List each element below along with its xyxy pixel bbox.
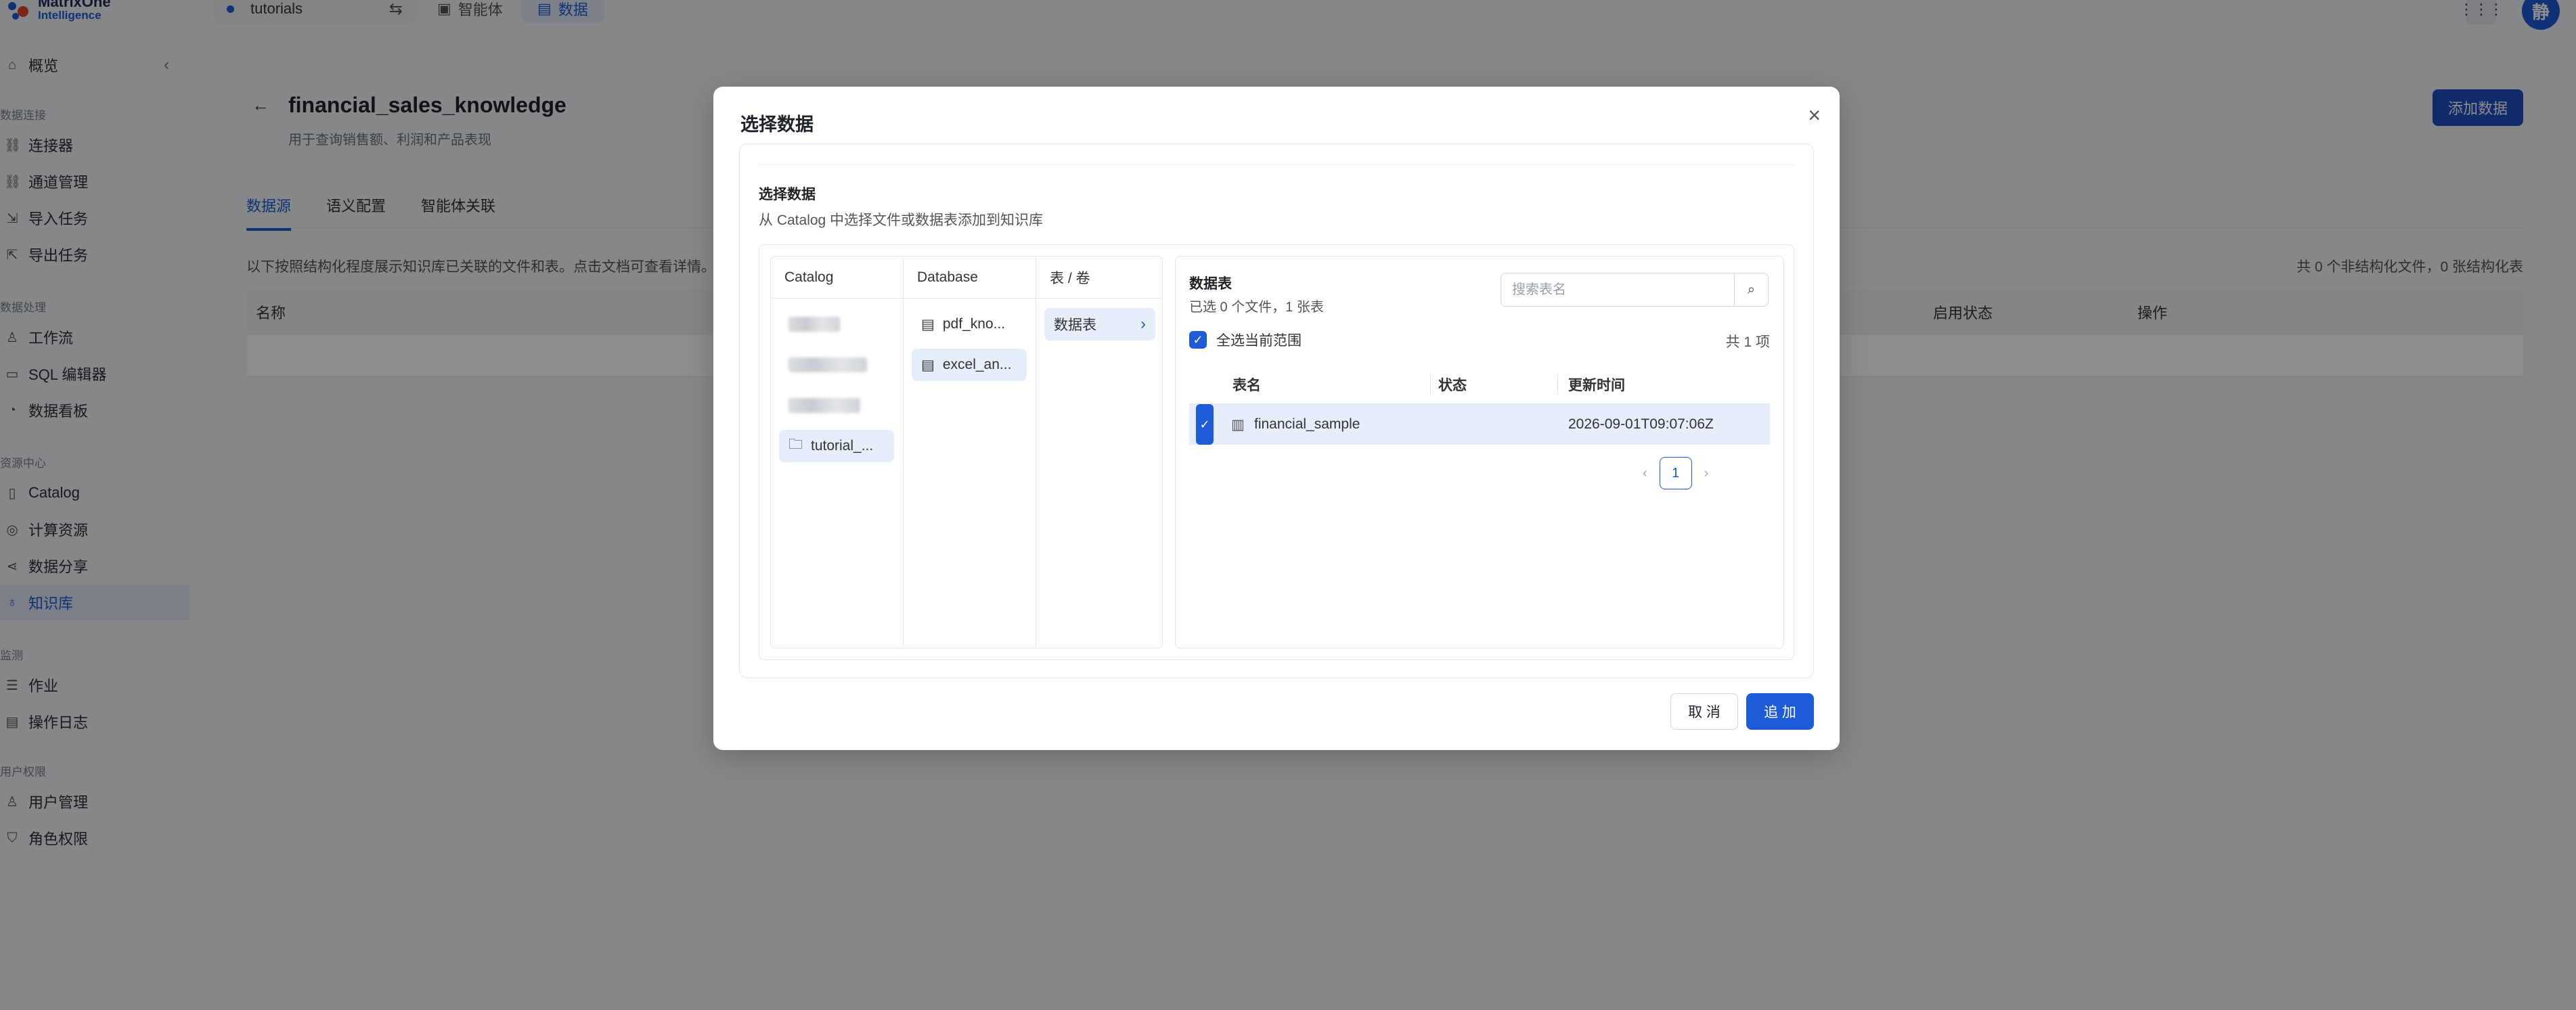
catalog-column: Catalog 🗀 tutorial_... — [771, 257, 904, 648]
next-page-icon[interactable]: › — [1704, 466, 1709, 481]
search-input[interactable] — [1501, 273, 1734, 306]
database-item-pdf[interactable]: ▤ pdf_kno... — [912, 308, 1027, 341]
select-data-modal: 选择数据 × 选择数据 从 Catalog 中选择文件或数据表添加到知识库 Ca… — [713, 87, 1840, 750]
database-icon: ▤ — [921, 316, 935, 332]
catalog-item-redacted[interactable] — [779, 389, 894, 422]
database-column-header: Database — [904, 257, 1036, 299]
checkbox-checked-icon: ✓ — [1196, 404, 1214, 445]
append-button[interactable]: 追 加 — [1746, 693, 1814, 730]
row-updated-time: 2026-09-01T09:07:06Z — [1568, 416, 1714, 432]
selector-container: Catalog 🗀 tutorial_... Database ▤ pdf_kn… — [759, 244, 1794, 660]
tables-title: 数据表 — [1189, 276, 1232, 292]
database-item-label: excel_an... — [942, 357, 1012, 372]
tables-panel: 数据表 已选 0 个文件，1 张表 ⌕ ✓ 全选当前范围 共 1 项 表名 状态… — [1175, 256, 1784, 649]
row-table-name: financial_sample — [1254, 416, 1360, 432]
catalog-item-redacted[interactable] — [779, 349, 894, 381]
search-icon[interactable]: ⌕ — [1734, 273, 1768, 306]
table-header: 表名 状态 更新时间 — [1189, 365, 1770, 404]
checkbox-checked-icon: ✓ — [1189, 331, 1207, 349]
table-volume-item-tables[interactable]: 数据表 › — [1044, 308, 1155, 341]
page-number[interactable]: 1 — [1659, 457, 1692, 489]
selection-summary: 已选 0 个文件，1 张表 — [1189, 300, 1324, 315]
table-volume-column-header: 表 / 卷 — [1036, 257, 1162, 299]
catalog-item-tutorial[interactable]: 🗀 tutorial_... — [779, 430, 894, 462]
table-volume-column: 表 / 卷 数据表 › — [1036, 257, 1162, 648]
redacted-text — [789, 317, 840, 332]
database-column: Database ▤ pdf_kno... ▤ excel_an... — [904, 257, 1036, 648]
catalog-column-header: Catalog — [771, 257, 903, 299]
chevron-right-icon: › — [1140, 315, 1146, 333]
panel-divider — [759, 164, 1794, 165]
cancel-button[interactable]: 取 消 — [1670, 693, 1738, 730]
pagination: ‹ 1 › — [1643, 457, 1708, 489]
database-icon: ▤ — [921, 357, 935, 373]
redacted-text — [789, 398, 860, 413]
column-table-name: 表名 — [1233, 377, 1261, 393]
catalog-item-redacted[interactable] — [779, 308, 894, 341]
catalog-browser: Catalog 🗀 tutorial_... Database ▤ pdf_kn… — [770, 256, 1163, 649]
redacted-text — [789, 357, 867, 372]
section-label: 选择数据 — [759, 187, 816, 202]
total-count: 共 1 项 — [1725, 334, 1770, 350]
column-updated-time: 更新时间 — [1568, 377, 1625, 393]
database-item-excel[interactable]: ▤ excel_an... — [912, 349, 1027, 381]
table-search: ⌕ — [1501, 273, 1769, 307]
table-volume-item-label: 数据表 — [1054, 317, 1096, 333]
folder-icon: 🗀 — [789, 436, 803, 452]
modal-title: 选择数据 — [740, 114, 814, 135]
database-item-label: pdf_kno... — [942, 316, 1006, 332]
table-icon: ▥ — [1231, 416, 1245, 433]
select-all-label: 全选当前范围 — [1216, 333, 1302, 349]
catalog-item-label: tutorial_... — [811, 438, 874, 454]
table-row[interactable]: ✓ ▥ financial_sample 2026-09-01T09:07:06… — [1189, 404, 1770, 445]
select-data-panel: 选择数据 从 Catalog 中选择文件或数据表添加到知识库 Catalog 🗀… — [739, 144, 1814, 678]
select-all-checkbox[interactable]: ✓ 全选当前范围 — [1189, 330, 1302, 350]
column-status: 状态 — [1438, 377, 1467, 393]
section-description: 从 Catalog 中选择文件或数据表添加到知识库 — [759, 213, 1044, 228]
close-icon[interactable]: × — [1808, 104, 1821, 126]
prev-page-icon[interactable]: ‹ — [1643, 466, 1647, 481]
